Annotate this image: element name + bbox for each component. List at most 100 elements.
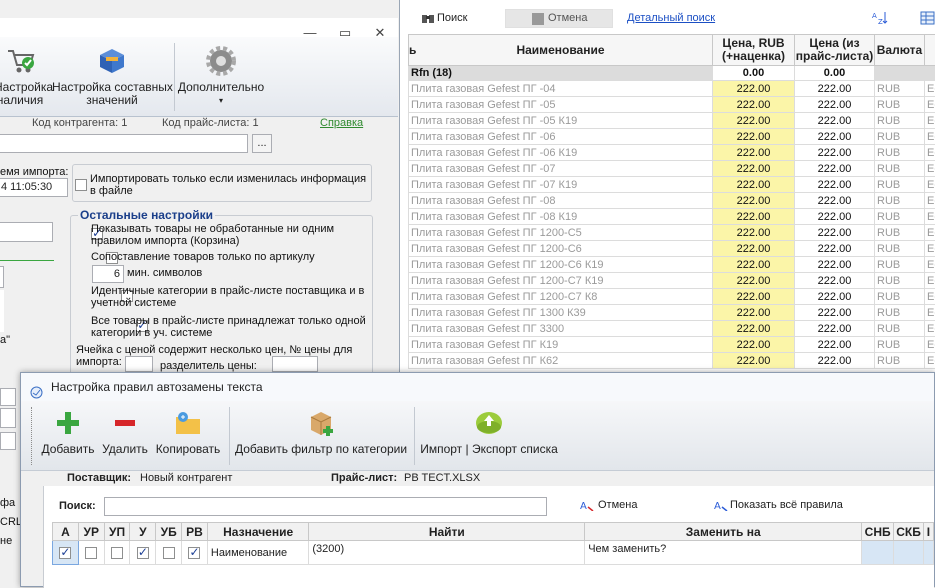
cell-rv[interactable] <box>182 541 208 565</box>
cell-replace[interactable]: Чем заменить? <box>585 541 862 565</box>
cell-price-markup: 222.00 <box>713 161 795 177</box>
table-row[interactable]: Наименование (3200) Чем заменить? <box>53 541 934 565</box>
table-row[interactable]: Плита газовая Gefest ПГ 1200-С7 К19222.0… <box>409 273 935 289</box>
col-header-currency[interactable]: Валюта <box>875 35 925 66</box>
col-header-rv[interactable]: РВ <box>182 523 208 541</box>
rules-table-header: А УР УП У УБ РВ Назначение Найти Заменит… <box>53 523 934 541</box>
min-symbols-input[interactable]: 6 <box>92 265 124 283</box>
cell-find[interactable]: (3200) <box>309 541 585 565</box>
left-combo[interactable] <box>0 266 4 288</box>
cell-extra: Ec <box>925 305 935 321</box>
cell-skb[interactable] <box>894 541 924 565</box>
sort-az-icon[interactable]: AZ <box>872 11 888 25</box>
copy-button[interactable]: Копировать <box>153 409 223 456</box>
table-row[interactable]: Плита газовая Gefest ПГ -06222.00222.00R… <box>409 129 935 145</box>
col-header-find[interactable]: Найти <box>309 523 585 541</box>
cell-ub[interactable] <box>156 541 182 565</box>
grid-icon[interactable] <box>920 11 935 25</box>
checkbox-ub[interactable] <box>163 547 175 559</box>
checkbox-a[interactable] <box>59 547 71 559</box>
cell-purpose[interactable]: Наименование <box>207 541 309 565</box>
col-header-name[interactable]: Наименование <box>409 35 713 66</box>
table-row[interactable]: Плита газовая Gefest ПГ -06 К19222.00222… <box>409 145 935 161</box>
left-field-input[interactable] <box>0 222 53 242</box>
browse-button[interactable]: ... <box>252 134 272 153</box>
cell-price-markup: 222.00 <box>713 129 795 145</box>
checkbox-u[interactable] <box>137 547 149 559</box>
search-input[interactable] <box>104 497 547 516</box>
file-path-input[interactable] <box>0 134 248 153</box>
table-row[interactable]: Плита газовая Gefest ПГ 3300222.00222.00… <box>409 321 935 337</box>
autoreplace-rules-dialog: Настройка правил автозамены текста Добав… <box>20 372 935 587</box>
col-header-snb[interactable]: СНБ <box>862 523 894 541</box>
import-settings-window: — ▭ ✕ Настройка наличия Настройка состав… <box>0 0 400 375</box>
table-row[interactable]: Плита газовая Gefest ПГ 1200-С6222.00222… <box>409 241 935 257</box>
cell-up[interactable] <box>104 541 130 565</box>
table-row[interactable]: Плита газовая Gefest ПГ 1200-С7 К8222.00… <box>409 289 935 305</box>
table-row[interactable]: Плита газовая Gefest ПГ К19222.00222.00R… <box>409 337 935 353</box>
delete-button[interactable]: Удалить <box>100 409 150 456</box>
checkbox-up[interactable] <box>111 547 123 559</box>
table-row[interactable]: Плита газовая Gefest ПГ -07 К19222.00222… <box>409 177 935 193</box>
left-cut-field-2[interactable] <box>0 408 16 428</box>
cell-price-list: 222.00 <box>795 161 875 177</box>
import-only-changed-checkbox[interactable] <box>75 179 87 191</box>
col-header-ub[interactable]: УБ <box>156 523 182 541</box>
cell-ur[interactable] <box>78 541 104 565</box>
left-cut-field-1[interactable] <box>0 388 16 406</box>
show-all-rules-button[interactable]: A Показать всё правила <box>714 499 843 511</box>
cell-extra[interactable] <box>923 541 933 565</box>
col-header-ur[interactable]: УР <box>78 523 104 541</box>
left-cut-field-3[interactable] <box>0 432 16 450</box>
cell-u[interactable] <box>130 541 156 565</box>
table-row[interactable]: Плита газовая Gefest ПГ 1300 К39222.0022… <box>409 305 935 321</box>
table-row[interactable]: Плита газовая Gefest ПГ -07222.00222.00R… <box>409 161 935 177</box>
table-row[interactable]: Плита газовая Gefest ПГ -05 К19222.00222… <box>409 113 935 129</box>
col-header-price-markup[interactable]: Цена, RUB (+наценка) <box>713 35 795 66</box>
add-button[interactable]: Добавить <box>39 409 97 456</box>
cell-currency: RUB <box>875 81 925 97</box>
checkbox-rv[interactable] <box>188 547 200 559</box>
table-row[interactable]: Плита газовая Gefest ПГ К62222.00222.00R… <box>409 353 935 369</box>
ribbon-separator <box>174 43 175 111</box>
table-row[interactable]: Плита газовая Gefest ПГ -08 К19222.00222… <box>409 209 935 225</box>
checkbox-ur[interactable] <box>85 547 97 559</box>
table-row[interactable]: Плита газовая Gefest ПГ -05222.00222.00R… <box>409 97 935 113</box>
cell-snb[interactable] <box>862 541 894 565</box>
search-button[interactable]: Поиск <box>422 9 467 27</box>
grid-cancel-button[interactable]: Отмена <box>505 9 613 28</box>
table-row[interactable]: Плита газовая Gefest ПГ -08222.00222.00R… <box>409 193 935 209</box>
composite-values-button[interactable]: Настройка составных значений <box>52 45 172 107</box>
availability-settings-button[interactable]: Настройка наличия <box>0 45 46 107</box>
price-separator-input[interactable] <box>272 356 318 372</box>
col-header-u[interactable]: У <box>130 523 156 541</box>
price-number-input[interactable] <box>125 356 153 372</box>
table-row[interactable]: Плита газовая Gefest ПГ -04222.00222.00R… <box>409 81 935 97</box>
group-row[interactable]: Rfn (18) 0.00 0.00 <box>409 66 935 81</box>
add-category-filter-button[interactable]: Добавить фильтр по категории <box>233 409 409 456</box>
table-row[interactable]: Плита газовая Gefest ПГ 1200-С5222.00222… <box>409 225 935 241</box>
rules-cancel-button[interactable]: A Отмена <box>580 499 637 511</box>
left-cut-area: фа CRLF не <box>0 366 20 587</box>
col-header-price-list[interactable]: Цена (из прайс-листа) <box>795 35 875 66</box>
pricelist-label: Прайс-лист: <box>331 472 397 484</box>
cell-price-markup: 222.00 <box>713 353 795 369</box>
help-link[interactable]: Справка <box>320 117 363 129</box>
col-header-a[interactable]: А <box>53 523 79 541</box>
cell-a[interactable] <box>53 541 79 565</box>
cell-price-list: 222.00 <box>795 129 875 145</box>
import-export-button[interactable]: Импорт | Экспорт списка <box>419 409 559 456</box>
detail-search-link[interactable]: Детальный поиск <box>627 9 715 27</box>
col-header-replace[interactable]: Заменить на <box>585 523 862 541</box>
cell-currency: RUB <box>875 113 925 129</box>
col-header-extra[interactable] <box>925 35 935 66</box>
cell-price-list: 222.00 <box>795 193 875 209</box>
table-row[interactable]: Плита газовая Gefest ПГ 1200-С6 К19222.0… <box>409 257 935 273</box>
cell-price-list: 222.00 <box>795 145 875 161</box>
col-header-skb[interactable]: СКБ <box>894 523 924 541</box>
import-time-input[interactable]: 4 11:05:30 <box>0 178 68 197</box>
col-header-up[interactable]: УП <box>104 523 130 541</box>
col-header-purpose[interactable]: Назначение <box>207 523 309 541</box>
additional-button[interactable]: Дополнительно ▾ <box>176 45 266 107</box>
col-header-extra[interactable]: I <box>923 523 933 541</box>
